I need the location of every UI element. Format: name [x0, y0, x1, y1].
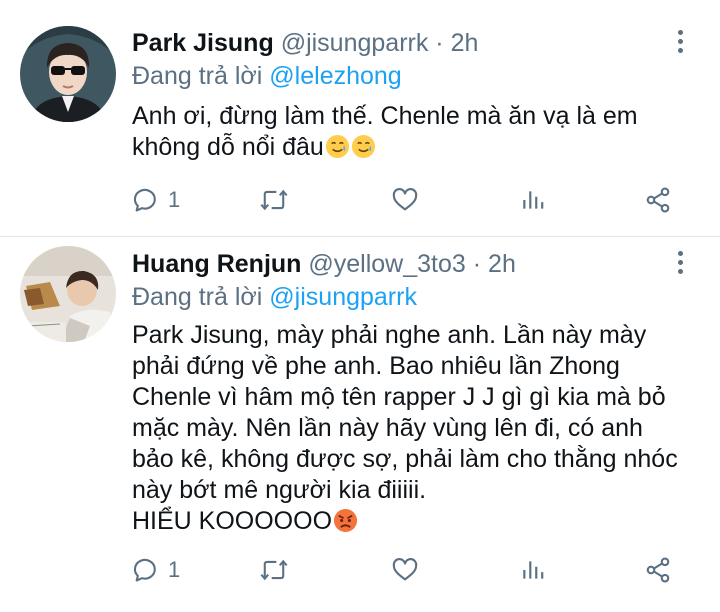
tweet-text: Park Jisung, mày phải nghe anh. Lần này …: [132, 320, 692, 541]
replying-to: Đang trả lời @jisungparrk: [132, 282, 417, 312]
retweet-button[interactable]: [259, 554, 297, 586]
avatar-image: [20, 246, 116, 342]
tweet-actions: 1: [132, 184, 692, 216]
replying-to-label: Đang trả lời: [132, 283, 263, 311]
reply-icon: [133, 188, 156, 212]
tweet-text-line: Anh ơi, đừng làm thế. Chenle mà ăn vạ là…: [132, 102, 638, 130]
tweet-text-line: mặc mày. Nên lần này hãy vùng lên đi, có…: [132, 414, 643, 442]
smiling-face-with-tear-icon: [351, 134, 376, 167]
tweet-actions: 1: [132, 554, 692, 586]
retweet-button[interactable]: [259, 184, 297, 216]
avatar[interactable]: [20, 246, 116, 342]
analytics-icon: [523, 191, 544, 209]
tweet-text-line: không dỗ nổi đâu: [132, 132, 692, 167]
retweet-icon: [260, 189, 288, 211]
analytics-button[interactable]: [520, 554, 546, 586]
tweet-text-segment: HIỂU KOOOOOO: [132, 507, 333, 535]
tweet-header: Park Jisung @jisungparrk · 2h: [132, 28, 478, 58]
author-handle[interactable]: @yellow_3to3: [308, 250, 465, 278]
like-button[interactable]: [390, 554, 428, 586]
reply-icon: [133, 558, 156, 582]
share-icon: [646, 557, 670, 583]
author-handle[interactable]: @jisungparrk: [281, 29, 429, 57]
like-button[interactable]: [390, 184, 428, 216]
analytics-icon: [523, 561, 544, 579]
timestamp[interactable]: 2h: [488, 250, 516, 278]
replying-to: Đang trả lời @lelezhong: [132, 61, 402, 91]
tweet-text-line: Chenle vì hâm mộ tên rapper J J gì gì ki…: [132, 383, 666, 411]
tweet-text-line: Park Jisung, mày phải nghe anh. Lần này …: [132, 321, 647, 349]
share-icon: [646, 187, 670, 213]
replying-to-label: Đang trả lời: [132, 62, 263, 90]
more-options-icon[interactable]: [672, 251, 688, 277]
separator-dot: ·: [472, 250, 482, 278]
separator-dot: ·: [435, 29, 444, 57]
reply-button[interactable]: 1: [132, 184, 180, 216]
share-button[interactable]: [644, 554, 672, 586]
reply-count: 1: [168, 187, 181, 212]
tweet-text-line: bảo kê, không được sợ, phải làm cho thằn…: [132, 445, 678, 473]
tweet[interactable]: Park Jisung @jisungparrk · 2h Đang trả l…: [0, 0, 720, 236]
tweet-text-line: phải đứng về phe anh. Bao nhiêu lần Zhon…: [132, 352, 620, 380]
tweet-header: Huang Renjun @yellow_3to3 · 2h: [132, 249, 516, 279]
author-name[interactable]: Huang Renjun: [132, 250, 301, 278]
avatar[interactable]: [20, 26, 116, 122]
tweet-text-segment: không dỗ nổi đâu: [132, 133, 324, 161]
tweet-text-line: HIỂU KOOOOOO: [132, 506, 692, 541]
timestamp[interactable]: 2h: [451, 29, 479, 57]
author-name[interactable]: Park Jisung: [132, 29, 274, 57]
avatar-image: [20, 26, 116, 122]
angry-face-icon: [333, 508, 358, 541]
analytics-button[interactable]: [520, 184, 546, 216]
share-button[interactable]: [644, 184, 672, 216]
retweet-icon: [260, 559, 288, 581]
reply-mention-link[interactable]: @lelezhong: [269, 62, 401, 90]
tweet-text-line: này bớt mê người kia điiiii.: [132, 476, 427, 504]
more-options-icon[interactable]: [672, 30, 688, 56]
reply-button[interactable]: 1: [132, 554, 180, 586]
reply-count: 1: [168, 557, 181, 582]
heart-icon: [392, 558, 418, 581]
reply-mention-link[interactable]: @jisungparrk: [269, 283, 417, 311]
tweet-text: Anh ơi, đừng làm thế. Chenle mà ăn vạ là…: [132, 101, 692, 167]
heart-icon: [392, 188, 418, 211]
smiling-face-with-tear-icon: [325, 134, 350, 167]
